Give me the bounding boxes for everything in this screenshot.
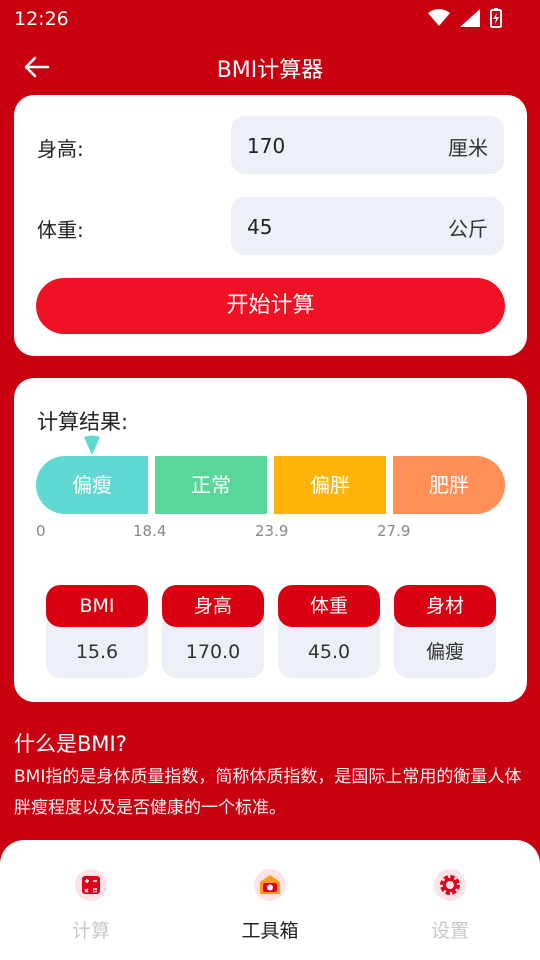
weight-unit: 公斤 <box>448 217 488 241</box>
nav-label-settings: 设置 <box>430 920 469 942</box>
segment-normal: 正常 <box>155 456 267 514</box>
segment-underweight: 偏瘦 <box>36 456 148 514</box>
tick-label: 27.9 <box>377 522 411 540</box>
stat-value: 15.6 <box>75 641 119 663</box>
about-title: 什么是BMI? <box>14 732 127 756</box>
nav-label-toolbox: 工具箱 <box>241 920 299 942</box>
nav-label-calculate: 计算 <box>71 920 110 942</box>
bmi-marker-icon <box>84 435 100 454</box>
segment-label: 偏瘦 <box>72 473 112 497</box>
weight-label: 体重: <box>37 218 84 242</box>
toolbox-icon <box>254 869 286 901</box>
height-unit: 厘米 <box>448 136 488 160</box>
result-card: 计算结果: 偏瘦 正常 偏胖 肥胖 0 18.4 23.9 27.9 BMI 1… <box>14 378 527 702</box>
tick-label: 0 <box>36 522 46 540</box>
about-text: BMI指的是身体质量指数，简称体质指数，是国际上常用的衡量人体胖瘦程度以及是否健… <box>14 767 522 818</box>
stat-value: 45.0 <box>307 641 351 663</box>
weight-field: 公斤 <box>231 197 504 257</box>
weight-input[interactable] <box>245 197 429 257</box>
segment-obese: 肥胖 <box>393 456 505 514</box>
stat-label: 身高 <box>162 585 264 627</box>
input-card: 身高: 厘米 体重: 公斤 开始计算 <box>14 95 527 356</box>
stat-value: 170.0 <box>185 641 241 663</box>
status-time: 12:26 <box>14 8 69 30</box>
segment-overweight: 偏胖 <box>274 456 386 514</box>
nav-item-toolbox[interactable]: 工具箱 <box>230 868 310 943</box>
segment-label: 肥胖 <box>429 473 469 497</box>
wifi-icon <box>428 9 450 26</box>
segment-label: 偏胖 <box>310 473 350 497</box>
height-field: 厘米 <box>231 116 504 176</box>
battery-icon <box>490 8 502 28</box>
stat-weight: 体重 45.0 <box>278 585 380 678</box>
status-icons <box>428 8 502 28</box>
stat-height: 身高 170.0 <box>162 585 264 678</box>
tick-label: 18.4 <box>133 522 167 540</box>
page-title: BMI计算器 <box>216 58 324 83</box>
bottom-nav: 计算 工具箱 设置 <box>0 840 540 960</box>
calculate-button[interactable]: 开始计算 <box>36 278 505 334</box>
segment-label: 正常 <box>191 473 231 497</box>
height-input[interactable] <box>245 116 429 176</box>
gear-icon <box>434 869 466 901</box>
status-bar: 12:26 <box>0 0 540 36</box>
stat-label: BMI <box>46 585 148 627</box>
signal-icon <box>460 9 480 27</box>
stat-bmi: BMI 15.6 <box>46 585 148 678</box>
tick-label: 23.9 <box>255 522 289 540</box>
stat-body-type: 身材 偏瘦 <box>394 585 496 678</box>
app-header: BMI计算器 <box>0 40 540 94</box>
height-label: 身高: <box>37 137 84 161</box>
stat-label: 体重 <box>278 585 380 627</box>
stat-label: 身材 <box>394 585 496 627</box>
nav-item-calculate[interactable]: 计算 <box>51 868 131 943</box>
nav-item-settings[interactable]: 设置 <box>410 868 490 943</box>
stat-value: 偏瘦 <box>425 641 464 663</box>
result-title: 计算结果: <box>37 410 129 434</box>
calculator-icon <box>75 869 107 901</box>
